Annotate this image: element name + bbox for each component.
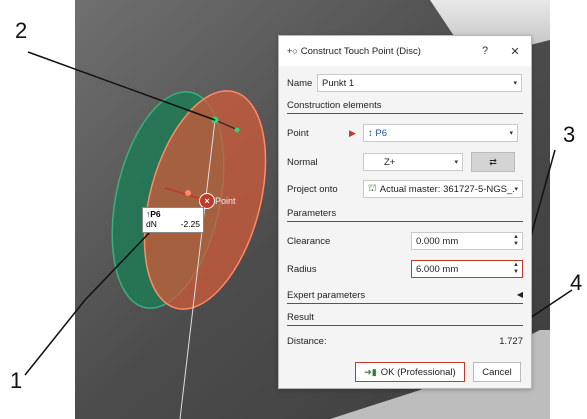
touch-point-dot	[185, 190, 191, 196]
cancel-button[interactable]: Cancel	[473, 362, 521, 382]
help-button[interactable]: ?	[475, 45, 495, 57]
callout-2: 2	[15, 18, 28, 43]
tooltip-point-name: ↑P6	[146, 209, 161, 219]
project-onto-select[interactable]: ⛫ Actual master: 361727-5-NGS_... ▾	[363, 180, 523, 198]
distance-value: 1.727	[499, 336, 523, 347]
ok-professional-button[interactable]: ➔▮ OK (Professional)	[355, 362, 465, 382]
pick-arrow-icon[interactable]: ▶	[349, 128, 363, 139]
normal-select-value: Z+	[384, 156, 396, 168]
chevron-down-icon: ▾	[454, 159, 458, 166]
dialog-titlebar[interactable]: +○ Construct Touch Point (Disc) ? ✕	[279, 36, 531, 66]
chevron-down-icon: ▾	[513, 80, 517, 87]
name-field[interactable]: Punkt 1 ▾	[317, 74, 522, 92]
tooltip-value: -2.25	[180, 219, 200, 229]
normal-select[interactable]: Z+ ▾	[363, 153, 463, 171]
project-onto-label: Project onto	[287, 183, 338, 195]
name-label: Name	[287, 77, 313, 89]
normal-label: Normal	[287, 156, 318, 168]
clearance-input[interactable]: 0.000 mm ▲ ▼	[411, 232, 523, 250]
callout-3: 3	[563, 122, 576, 147]
chevron-down-icon: ▾	[509, 130, 513, 137]
chevron-down-icon: ▾	[514, 186, 518, 193]
radius-label: Radius	[287, 263, 317, 275]
callout-4: 4	[570, 270, 583, 295]
ok-check-icon: ➔▮	[364, 366, 377, 377]
point-select-value: ↕ P6	[368, 127, 388, 139]
touch-point-icon: +○	[287, 46, 298, 56]
radius-value: 6.000 mm	[416, 263, 459, 275]
parameters-header: Parameters	[287, 208, 523, 222]
tooltip-key: dN	[146, 219, 157, 229]
deviation-tooltip: ↑P6 dN -2.25	[142, 207, 204, 233]
master-part-icon: ⛫	[368, 183, 377, 194]
callout-1: 1	[10, 368, 23, 393]
name-value: Punkt 1	[322, 77, 355, 89]
viewport-point-label: Point	[215, 196, 236, 206]
ok-label: OK (Professional)	[380, 366, 456, 378]
expert-parameters-label: Expert parameters	[287, 290, 366, 301]
clearance-label: Clearance	[287, 235, 331, 247]
collapse-left-icon[interactable]: ◀	[517, 290, 523, 301]
radius-input[interactable]: 6.000 mm ▲ ▼	[411, 260, 523, 278]
construction-elements-header: Construction elements	[287, 100, 523, 114]
project-onto-value: Actual master: 361727-5-NGS_...	[379, 183, 515, 195]
dialog-title: Construct Touch Point (Disc)	[300, 45, 421, 57]
distance-label: Distance:	[287, 336, 327, 347]
point-label: Point	[287, 127, 309, 139]
cancel-label: Cancel	[482, 366, 512, 378]
swap-direction-button[interactable]: ⇄	[471, 152, 515, 172]
point-marker-arrow	[234, 127, 240, 133]
spinner-arrows-icon[interactable]: ▲ ▼	[513, 234, 519, 248]
construct-touch-point-dialog: +○ Construct Touch Point (Disc) ? ✕ Name…	[278, 35, 532, 389]
clearance-value: 0.000 mm	[416, 235, 459, 247]
point-select[interactable]: ↕ P6 ▾	[363, 124, 518, 142]
expert-parameters-header[interactable]: Expert parameters ◀	[287, 290, 523, 304]
spinner-arrows-icon[interactable]: ▲ ▼	[513, 262, 519, 276]
result-header: Result	[287, 312, 523, 326]
close-button[interactable]: ✕	[505, 45, 525, 58]
